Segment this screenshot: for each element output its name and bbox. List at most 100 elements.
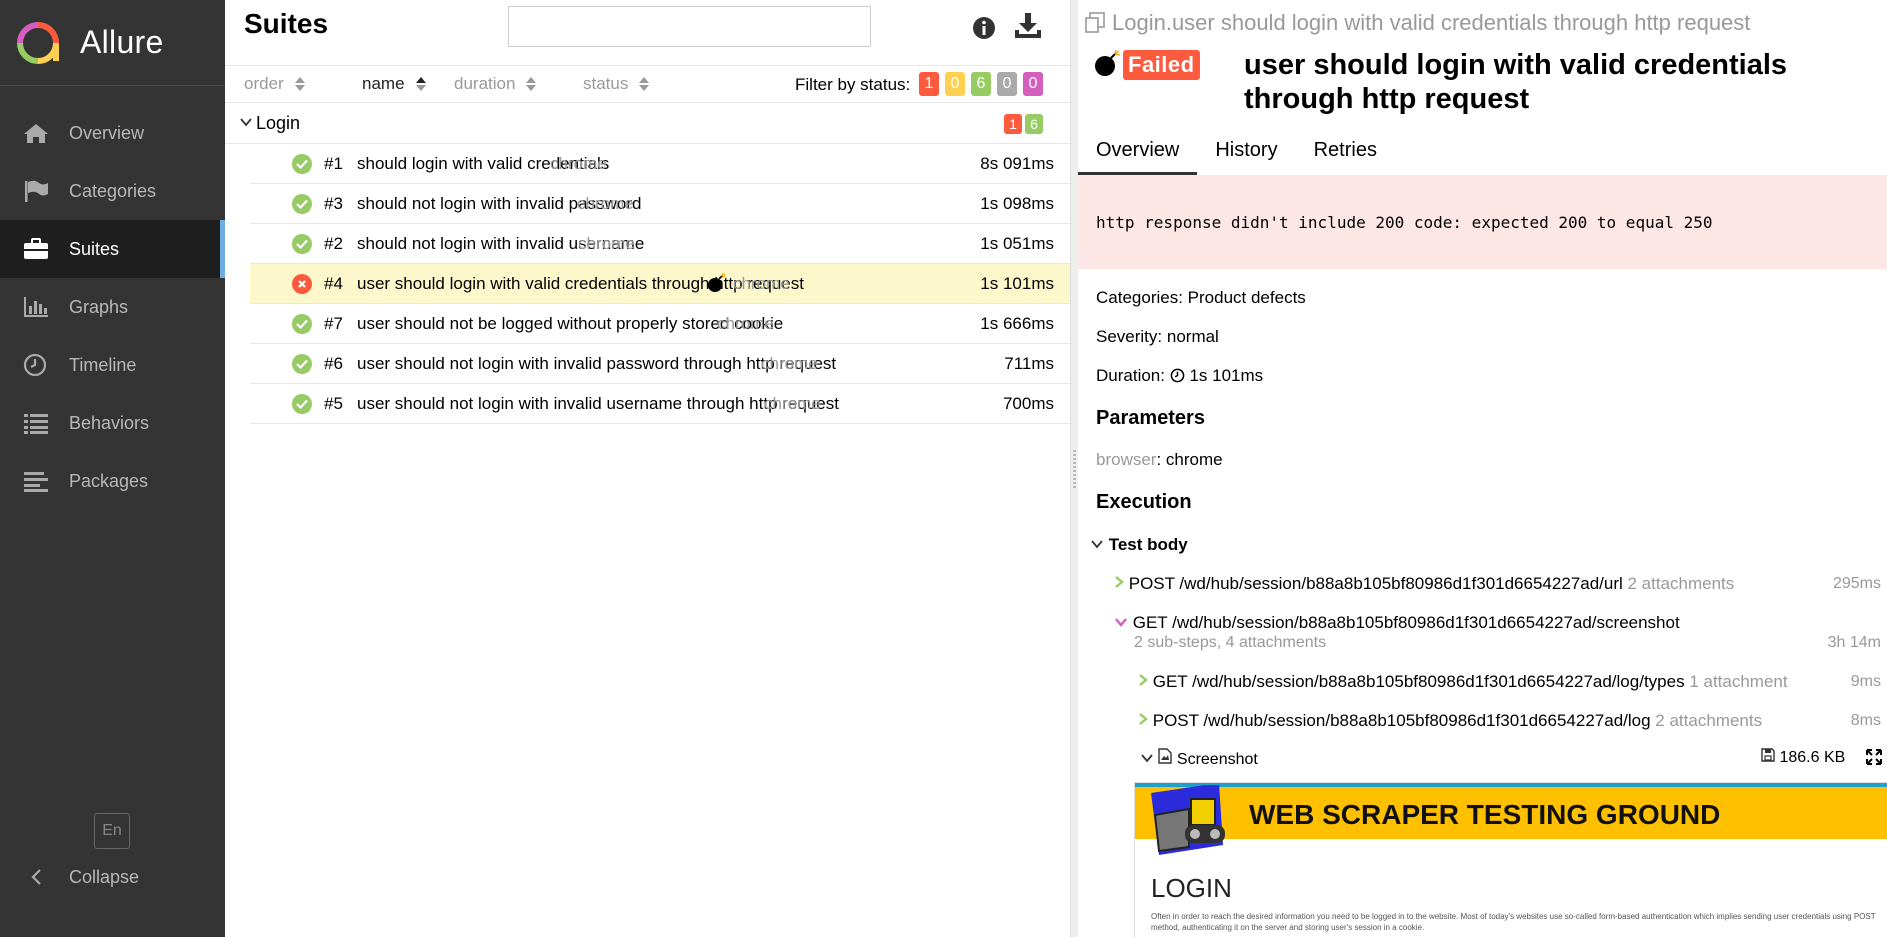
suite-group-login[interactable]: Login 1 6 [225, 104, 1070, 144]
attachment-row[interactable]: Screenshot [1140, 748, 1258, 769]
briefcase-icon [22, 237, 50, 261]
categories-row: Categories: Product defects [1096, 288, 1306, 308]
sidebar-item-label: Behaviors [69, 412, 150, 433]
test-row[interactable]: #1 should login with valid credentials c… [250, 144, 1070, 184]
test-row[interactable]: #2 should not login with invalid usernam… [250, 224, 1070, 264]
parameter-value: chrome [1165, 450, 1223, 469]
tab-history[interactable]: History [1197, 133, 1295, 175]
filter-skipped-badge[interactable]: 0 [997, 72, 1017, 96]
step-duration: 9ms [1850, 673, 1881, 690]
sidebar-item-label: Graphs [69, 296, 129, 317]
sort-icon [294, 77, 305, 91]
chevron-down-icon [1091, 540, 1103, 549]
attachment-name: Screenshot [1176, 751, 1258, 768]
clock-icon [22, 353, 50, 377]
step-row-expanded[interactable]: GET /wd/hub/session/b88a8b105bf80986d1f3… [1114, 613, 1680, 633]
test-number: #2 [324, 234, 343, 253]
test-duration: 1s 101ms [980, 274, 1054, 293]
test-row[interactable]: #7 user should not be logged without pro… [250, 304, 1070, 344]
sidebar-item-label: Categories [69, 180, 157, 201]
sort-icon [639, 77, 650, 91]
step-row[interactable]: POST /wd/hub/session/b88a8b105bf80986d1f… [1114, 574, 1734, 594]
test-body-step[interactable]: Test body [1090, 535, 1188, 555]
sort-duration[interactable]: duration [454, 74, 537, 94]
step-row[interactable]: GET /wd/hub/session/b88a8b105bf80986d1f3… [1138, 672, 1788, 692]
screenshot-attachment[interactable]: WEB SCRAPER TESTING GROUND LOGIN Often i… [1134, 782, 1887, 937]
test-duration: 1s 098ms [980, 194, 1054, 213]
sort-order[interactable]: order [244, 74, 306, 94]
categories-value[interactable]: Product defects [1188, 288, 1306, 307]
sidebar-item-categories[interactable]: Categories [0, 162, 225, 220]
sidebar-item-behaviors[interactable]: Behaviors [0, 394, 225, 452]
sort-label: duration [454, 74, 516, 93]
sort-name[interactable]: name [362, 74, 427, 94]
parameters-heading: Parameters [1096, 407, 1205, 429]
copy-icon[interactable] [1084, 12, 1106, 34]
bar-chart-icon [22, 295, 50, 319]
sidebar-item-label: Packages [69, 470, 149, 491]
search-input[interactable] [508, 6, 871, 47]
sidebar-item-timeline[interactable]: Timeline [0, 336, 225, 394]
test-tag: chrome [578, 234, 635, 253]
severity-row: Severity: normal [1096, 327, 1219, 347]
test-duration: 1s 666ms [980, 314, 1054, 333]
test-tag: chrome [577, 194, 634, 213]
step-substeps: 2 sub-steps, 4 attachments [1134, 634, 1327, 651]
collapse-button[interactable]: Collapse [0, 855, 225, 899]
filter-unknown-badge[interactable]: 0 [1023, 72, 1043, 96]
sidebar-item-packages[interactable]: Packages [0, 452, 225, 510]
filter-passed-badge[interactable]: 6 [971, 72, 991, 96]
language-button[interactable]: En [94, 813, 130, 849]
align-left-icon [22, 469, 50, 493]
info-icon[interactable] [972, 16, 996, 45]
sidebar-item-suites[interactable]: Suites [0, 220, 225, 278]
test-row[interactable]: #3 should not login with invalid passwor… [250, 184, 1070, 224]
test-body-label: Test body [1108, 535, 1188, 554]
filter-failed-badge[interactable]: 1 [919, 72, 939, 96]
chevron-right-icon [1139, 713, 1148, 725]
clock-icon [1170, 368, 1185, 383]
tab-retries[interactable]: Retries [1296, 133, 1395, 175]
step-text: POST /wd/hub/session/b88a8b105bf80986d1f… [1152, 711, 1651, 730]
chevron-right-icon [1139, 674, 1148, 686]
attachment-size: 186.6 KB [1761, 748, 1845, 767]
list-icon [22, 411, 50, 435]
test-row[interactable]: #5 user should not login with invalid us… [250, 384, 1070, 424]
duration-value: 1s 101ms [1189, 366, 1264, 385]
suite-group-counts: 1 6 [1004, 114, 1043, 134]
status-badge: Failed [1123, 50, 1200, 80]
sort-status[interactable]: status [583, 74, 650, 94]
tab-overview[interactable]: Overview [1078, 133, 1198, 175]
severity-label: Severity: [1096, 327, 1163, 346]
step-duration: 8ms [1850, 712, 1881, 729]
filter-broken-badge[interactable]: 0 [945, 72, 965, 96]
expand-icon[interactable] [1866, 749, 1882, 770]
sidebar-item-overview[interactable]: Overview [0, 104, 225, 162]
pane-splitter[interactable] [1070, 0, 1078, 937]
brand[interactable]: Allure [0, 0, 225, 86]
test-duration: 711ms [1004, 354, 1054, 373]
sort-bar: order name duration status Filter by sta… [225, 65, 1070, 103]
test-number: #3 [324, 194, 343, 213]
test-tag: chrome [550, 154, 607, 173]
passed-status-icon [292, 194, 312, 214]
step-row[interactable]: POST /wd/hub/session/b88a8b105bf80986d1f… [1138, 711, 1762, 731]
detail-tabs: Overview History Retries [1078, 133, 1887, 175]
bulldozer-logo-icon [1151, 785, 1225, 855]
sidebar-item-graphs[interactable]: Graphs [0, 278, 225, 336]
test-list: #1 should login with valid credentials c… [250, 144, 1070, 424]
download-icon[interactable] [1013, 12, 1043, 45]
categories-label: Categories: [1096, 288, 1183, 307]
chevron-right-icon [1115, 576, 1124, 588]
sidebar-item-label: Suites [69, 238, 120, 259]
test-row[interactable]: #6 user should not login with invalid pa… [250, 344, 1070, 384]
test-number: #4 [324, 274, 343, 293]
step-text: POST /wd/hub/session/b88a8b105bf80986d1f… [1128, 574, 1623, 593]
parameter-name: browser [1096, 450, 1157, 469]
test-row-selected[interactable]: #4 user should login with valid credenti… [250, 264, 1070, 304]
test-tag: chrome [761, 354, 818, 373]
step-text: GET /wd/hub/session/b88a8b105bf80986d1f3… [1132, 613, 1680, 632]
test-duration: 700ms [1002, 394, 1054, 413]
passed-count-badge: 6 [1025, 114, 1043, 134]
splitter-grip[interactable] [1073, 450, 1076, 490]
